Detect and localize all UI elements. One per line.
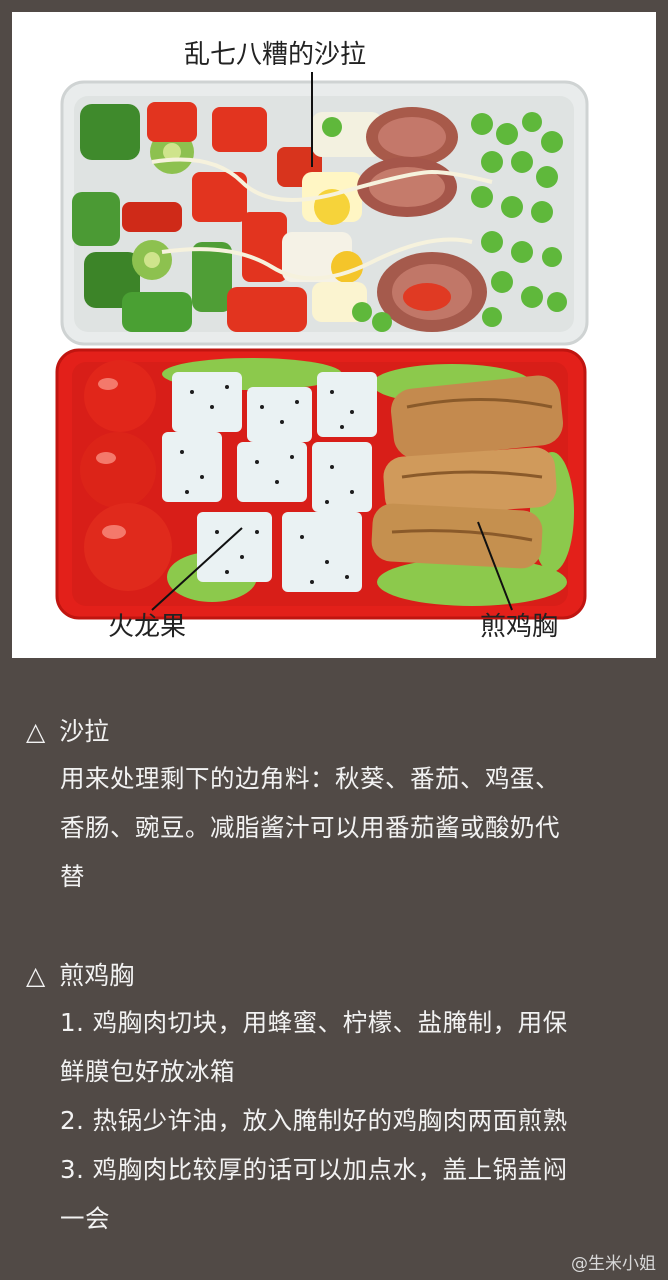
triangle-icon: △ — [26, 717, 46, 746]
watermark: @生米小姐 — [571, 1254, 656, 1274]
bento-photo: 乱七八糟的沙拉 火龙果 煎鸡胸 — [12, 12, 656, 658]
triangle-icon: △ — [26, 961, 46, 990]
text-line: 用来处理剩下的边角料：秋葵、番茄、鸡蛋、 — [60, 764, 560, 793]
text-line: 替 — [60, 862, 85, 891]
bento-illustration — [55, 72, 589, 620]
text-line: 2. 热锅少许油，放入腌制好的鸡胸肉两面煎熟 — [60, 1106, 568, 1135]
text-line: 香肠、豌豆。减脂酱汁可以用番茄酱或酸奶代 — [60, 813, 560, 842]
chicken-label: 煎鸡胸 — [480, 612, 559, 642]
text-line: 一会 — [60, 1204, 110, 1233]
text-line: 1. 鸡胸肉切块，用蜂蜜、柠檬、盐腌制，用保 — [60, 1008, 568, 1037]
dragonfruit-label: 火龙果 — [108, 612, 187, 642]
chicken-slices — [371, 375, 564, 569]
section-body-salad: 用来处理剩下的边角料：秋葵、番茄、鸡蛋、 香肠、豌豆。减脂酱汁可以用番茄酱或酸奶… — [60, 754, 640, 901]
section-title: 沙拉 — [59, 717, 110, 746]
text-line: 鲜膜包好放冰箱 — [60, 1057, 235, 1086]
section-heading-salad: △ 沙拉 — [26, 712, 109, 748]
salad-label: 乱七八糟的沙拉 — [184, 40, 367, 70]
section-title: 煎鸡胸 — [59, 961, 135, 990]
text-line: 3. 鸡胸肉比较厚的话可以加点水，盖上锅盖闷 — [60, 1155, 568, 1184]
section-body-chicken: 1. 鸡胸肉切块，用蜂蜜、柠檬、盐腌制，用保 鲜膜包好放冰箱 2. 热锅少许油，… — [60, 998, 640, 1243]
section-heading-chicken: △ 煎鸡胸 — [26, 956, 134, 992]
